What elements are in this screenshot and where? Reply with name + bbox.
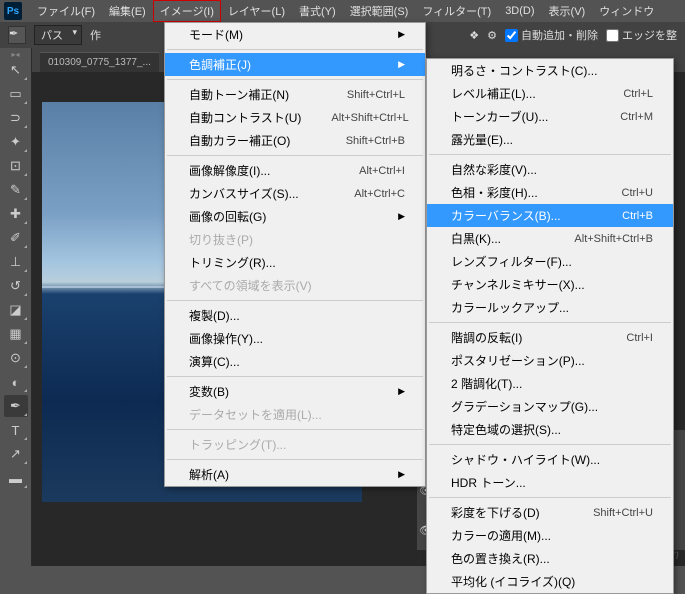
move-tool[interactable]: ↖: [4, 59, 28, 81]
tool-preset-icon[interactable]: ✒: [8, 26, 26, 44]
adj-color-balance[interactable]: カラーバランス(B)...Ctrl+B: [427, 204, 673, 227]
app-logo: Ps: [4, 2, 22, 20]
adj-match-color[interactable]: カラーの適用(M)...: [427, 524, 673, 547]
menu-canvas-size[interactable]: カンバスサイズ(S)...Alt+Ctrl+C: [165, 182, 425, 205]
gradient-tool[interactable]: ▦: [4, 323, 28, 345]
heal-tool[interactable]: ✚: [4, 203, 28, 225]
adj-replace-color[interactable]: 色の置き換え(R)...: [427, 547, 673, 570]
adj-curves[interactable]: トーンカーブ(U)...Ctrl+M: [427, 105, 673, 128]
adj-posterize[interactable]: ポスタリゼーション(P)...: [427, 349, 673, 372]
menu-rotate[interactable]: 画像の回転(G)▶: [165, 205, 425, 228]
blur-tool[interactable]: ⊙: [4, 347, 28, 369]
adj-exposure[interactable]: 露光量(E)...: [427, 128, 673, 151]
menu-edit[interactable]: 編集(E): [102, 0, 153, 22]
menu-type[interactable]: 書式(Y): [292, 0, 343, 22]
document-tab[interactable]: 010309_0775_1377_...: [40, 52, 159, 72]
path-mode-dropdown[interactable]: パス: [34, 25, 82, 45]
menu-variables[interactable]: 変数(B)▶: [165, 380, 425, 403]
menu-crop: 切り抜き(P): [165, 228, 425, 251]
menu-file[interactable]: ファイル(F): [30, 0, 102, 22]
menu-window[interactable]: ウィンドウ: [592, 0, 661, 22]
menu-auto-color[interactable]: 自動カラー補正(O)Shift+Ctrl+B: [165, 129, 425, 152]
menu-trim[interactable]: トリミング(R)...: [165, 251, 425, 274]
adj-color-lookup[interactable]: カラールックアップ...: [427, 296, 673, 319]
menu-filter[interactable]: フィルター(T): [415, 0, 498, 22]
menu-select[interactable]: 選択範囲(S): [343, 0, 416, 22]
adj-vibrance[interactable]: 自然な彩度(V)...: [427, 158, 673, 181]
adj-hue[interactable]: 色相・彩度(H)...Ctrl+U: [427, 181, 673, 204]
stamp-tool[interactable]: ⊥: [4, 251, 28, 273]
edge-checkbox[interactable]: エッジを整: [606, 27, 677, 43]
make-label: 作: [90, 27, 101, 43]
path-select-tool[interactable]: ↗: [4, 443, 28, 465]
menu-auto-tone[interactable]: 自動トーン補正(N)Shift+Ctrl+L: [165, 83, 425, 106]
pen-tool[interactable]: ✒: [4, 395, 28, 417]
adj-gradient-map[interactable]: グラデーションマップ(G)...: [427, 395, 673, 418]
menu-view[interactable]: 表示(V): [542, 0, 593, 22]
crop-tool[interactable]: ⊡: [4, 155, 28, 177]
adj-shadow-highlight[interactable]: シャドウ・ハイライト(W)...: [427, 448, 673, 471]
adj-threshold[interactable]: 2 階調化(T)...: [427, 372, 673, 395]
adj-invert[interactable]: 階調の反転(I)Ctrl+I: [427, 326, 673, 349]
menu-image[interactable]: イメージ(I): [153, 0, 221, 22]
type-tool[interactable]: T: [4, 419, 28, 441]
menu-adjustments[interactable]: 色調補正(J)▶: [165, 53, 425, 76]
stack-icon[interactable]: ❖: [469, 29, 479, 42]
menu-layer[interactable]: レイヤー(L): [221, 0, 292, 22]
adj-levels[interactable]: レベル補正(L)...Ctrl+L: [427, 82, 673, 105]
adj-photo-filter[interactable]: レンズフィルター(F)...: [427, 250, 673, 273]
menu-analysis[interactable]: 解析(A)▶: [165, 463, 425, 486]
eraser-tool[interactable]: ◪: [4, 299, 28, 321]
image-menu-dropdown: モード(M)▶ 色調補正(J)▶ 自動トーン補正(N)Shift+Ctrl+L …: [164, 22, 426, 487]
marquee-tool[interactable]: ▭: [4, 83, 28, 105]
history-brush-tool[interactable]: ↺: [4, 275, 28, 297]
adj-hdr-toning[interactable]: HDR トーン...: [427, 471, 673, 494]
gear-icon[interactable]: ⚙: [487, 29, 497, 42]
shape-tool[interactable]: ▬: [4, 467, 28, 489]
menubar: Ps ファイル(F) 編集(E) イメージ(I) レイヤー(L) 書式(Y) 選…: [0, 0, 685, 22]
adj-bw[interactable]: 白黒(K)...Alt+Shift+Ctrl+B: [427, 227, 673, 250]
lasso-tool[interactable]: ⊃: [4, 107, 28, 129]
menu-calculations[interactable]: 演算(C)...: [165, 350, 425, 373]
photoshop-app: Ps ファイル(F) 編集(E) イメージ(I) レイヤー(L) 書式(Y) 選…: [0, 0, 685, 566]
adjustments-submenu: 明るさ・コントラスト(C)... レベル補正(L)...Ctrl+L トーンカー…: [426, 58, 674, 594]
menu-image-size[interactable]: 画像解像度(I)...Alt+Ctrl+I: [165, 159, 425, 182]
adj-equalize[interactable]: 平均化 (イコライズ)(Q): [427, 570, 673, 593]
wand-tool[interactable]: ✦: [4, 131, 28, 153]
menu-apply-image[interactable]: 画像操作(Y)...: [165, 327, 425, 350]
adj-channel-mixer[interactable]: チャンネルミキサー(X)...: [427, 273, 673, 296]
menu-duplicate[interactable]: 複製(D)...: [165, 304, 425, 327]
menu-auto-contrast[interactable]: 自動コントラスト(U)Alt+Shift+Ctrl+L: [165, 106, 425, 129]
brush-tool[interactable]: ✐: [4, 227, 28, 249]
toolbox-handle[interactable]: ▸◂: [0, 50, 31, 58]
menu-trap: トラッピング(T)...: [165, 433, 425, 456]
menu-mode[interactable]: モード(M)▶: [165, 23, 425, 46]
adj-desaturate[interactable]: 彩度を下げる(D)Shift+Ctrl+U: [427, 501, 673, 524]
menu-apply-dataset: データセットを適用(L)...: [165, 403, 425, 426]
toolbox: ▸◂ ↖ ▭ ⊃ ✦ ⊡ ✎ ✚ ✐ ⊥ ↺ ◪ ▦ ⊙ ◐ ✒ T ↗ ▬: [0, 48, 32, 566]
menu-3d[interactable]: 3D(D): [498, 2, 541, 20]
eyedropper-tool[interactable]: ✎: [4, 179, 28, 201]
menu-reveal-all: すべての領域を表示(V): [165, 274, 425, 297]
adj-selective-color[interactable]: 特定色域の選択(S)...: [427, 418, 673, 441]
dodge-tool[interactable]: ◐: [4, 371, 28, 393]
auto-add-checkbox[interactable]: 自動追加・削除: [505, 27, 598, 43]
adj-brightness[interactable]: 明るさ・コントラスト(C)...: [427, 59, 673, 82]
